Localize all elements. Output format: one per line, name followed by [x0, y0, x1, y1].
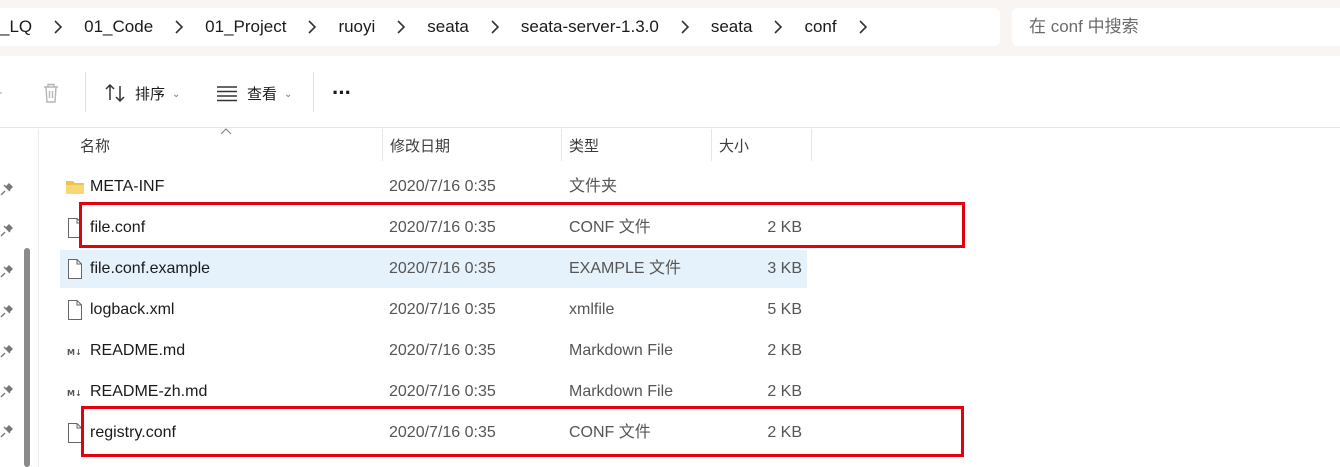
pin-icon[interactable]: [0, 344, 14, 358]
markdown-file-icon: M↓: [67, 389, 82, 398]
breadcrumb-item-seata[interactable]: seata: [427, 17, 469, 37]
sort-label: 排序: [135, 85, 166, 103]
file-icon: [68, 300, 82, 320]
pin-icon[interactable]: [0, 264, 14, 278]
toolbar-divider: [313, 72, 314, 112]
command-bar: 排序 ⌄ 查看 ⌄ ···: [0, 56, 1340, 128]
delete-button[interactable]: [40, 78, 62, 108]
pin-icon[interactable]: [0, 182, 14, 196]
file-row-logback-xml[interactable]: logback.xml 2020/7/16 0:35 xmlfile 5 KB: [60, 291, 807, 329]
file-date: 2020/7/16 0:35: [389, 301, 496, 318]
navigation-pane: [0, 129, 38, 467]
file-type: xmlfile: [569, 301, 615, 318]
breadcrumb-item-seata-server[interactable]: seata-server-1.3.0: [521, 17, 659, 37]
column-header-type[interactable]: 类型: [561, 129, 711, 161]
breadcrumb: _LQ 01_Code 01_Project ruoyi seata seata…: [0, 8, 1000, 46]
file-date: 2020/7/16 0:35: [389, 178, 496, 195]
breadcrumb-item-lq[interactable]: _LQ: [0, 17, 32, 37]
chevron-down-icon: ⌄: [172, 88, 181, 100]
breadcrumb-item-seata-2[interactable]: seata: [711, 17, 753, 37]
file-row-meta-inf[interactable]: META-INF 2020/7/16 0:35 文件夹: [60, 168, 807, 206]
view-label: 查看: [247, 85, 278, 103]
file-size: 3 KB: [767, 260, 802, 277]
column-header-size[interactable]: 大小: [711, 129, 811, 161]
pin-icon[interactable]: [0, 223, 14, 237]
chevron-right-icon[interactable]: [375, 15, 427, 39]
arrow-right-icon[interactable]: [0, 78, 6, 108]
chevron-right-icon[interactable]: [837, 15, 889, 39]
column-header-date-label: 修改日期: [390, 137, 451, 155]
column-header-size-label: 大小: [719, 137, 750, 155]
svg-text:M↓: M↓: [67, 348, 82, 357]
column-header-type-label: 类型: [569, 137, 600, 155]
toolbar-divider: [85, 72, 86, 112]
trash-icon: [44, 83, 58, 103]
column-header-name-label: 名称: [80, 137, 111, 155]
file-name: file.conf.example: [90, 260, 211, 277]
chevron-down-icon: ⌄: [284, 88, 293, 100]
markdown-file-icon: M↓: [67, 348, 82, 357]
sort-icon: [105, 83, 125, 103]
chevron-right-icon[interactable]: [469, 15, 521, 39]
more-options-button[interactable]: ···: [332, 78, 352, 108]
file-row-readme-md[interactable]: M↓ README.md 2020/7/16 0:35 Markdown Fil…: [60, 332, 807, 370]
more-icon: ···: [332, 80, 352, 105]
chevron-right-icon[interactable]: [752, 15, 804, 39]
breadcrumb-item-conf[interactable]: conf: [804, 17, 836, 37]
pin-icon[interactable]: [0, 384, 14, 398]
svg-text:M↓: M↓: [67, 389, 82, 398]
folder-icon: [66, 181, 84, 194]
chevron-right-icon[interactable]: [659, 15, 711, 39]
breadcrumb-item-01-project[interactable]: 01_Project: [205, 17, 286, 37]
file-type: 文件夹: [569, 178, 618, 195]
pin-icon[interactable]: [0, 304, 14, 318]
chevron-right-icon[interactable]: [32, 15, 84, 39]
file-name: logback.xml: [90, 301, 175, 318]
annotation-highlight-box: [79, 202, 965, 248]
column-divider[interactable]: [811, 129, 812, 161]
sort-button[interactable]: 排序 ⌄: [104, 78, 180, 108]
breadcrumb-item-ruoyi[interactable]: ruoyi: [338, 17, 375, 37]
pane-divider: [38, 129, 39, 467]
address-bar-area: _LQ 01_Code 01_Project ruoyi seata seata…: [0, 0, 1340, 56]
chevron-right-icon[interactable]: [153, 15, 205, 39]
scrollbar-thumb[interactable]: [24, 248, 30, 467]
column-header-date[interactable]: 修改日期: [382, 129, 562, 161]
breadcrumb-item-01-code[interactable]: 01_Code: [84, 17, 153, 37]
file-row-file-conf-example[interactable]: file.conf.example 2020/7/16 0:35 EXAMPLE…: [60, 250, 807, 288]
list-view-icon: [217, 86, 237, 102]
file-size: 2 KB: [767, 342, 802, 359]
search-input[interactable]: [1029, 17, 1309, 37]
annotation-highlight-box: [81, 406, 964, 457]
chevron-right-icon[interactable]: [286, 15, 338, 39]
file-date: 2020/7/16 0:35: [389, 342, 496, 359]
file-type: EXAMPLE 文件: [569, 260, 682, 277]
search-box[interactable]: [1012, 8, 1340, 46]
file-size: 5 KB: [767, 301, 802, 318]
file-type: Markdown File: [569, 342, 674, 359]
file-icon: [68, 259, 82, 279]
file-name: README.md: [90, 342, 186, 359]
file-date: 2020/7/16 0:35: [389, 260, 496, 277]
column-header-name[interactable]: 名称: [72, 129, 382, 161]
file-name: META-INF: [90, 178, 165, 195]
pin-icon[interactable]: [0, 424, 14, 438]
view-button[interactable]: 查看 ⌄: [215, 78, 292, 108]
